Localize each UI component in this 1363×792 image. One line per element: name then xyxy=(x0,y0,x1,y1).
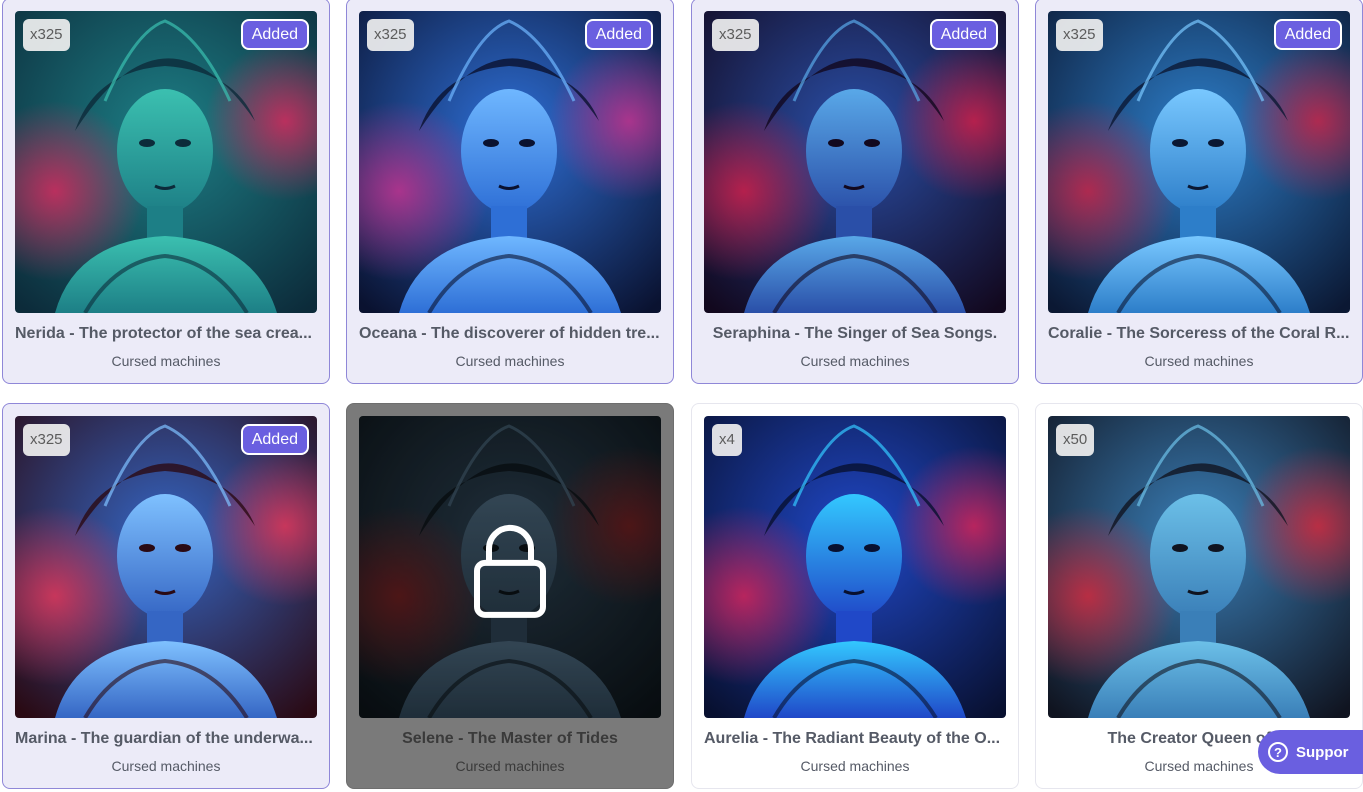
character-portrait xyxy=(1048,11,1350,313)
count-badge: x325 xyxy=(712,19,759,51)
card-image[interactable]: x325 Added xyxy=(15,416,317,718)
added-badge: Added xyxy=(240,424,309,455)
added-badge: Added xyxy=(584,19,653,50)
card-image[interactable]: x4 xyxy=(704,416,1006,718)
nft-card-grid: x325 Added Nerida - The protector of the s… xyxy=(0,0,1363,792)
card-image[interactable]: x325 Added xyxy=(15,11,317,313)
nft-card[interactable]: x325 Added Seraphina - The Singer of Sea S… xyxy=(691,0,1019,384)
card-title: Coralie - The Sorceress of the Coral R..… xyxy=(1048,325,1350,342)
count-badge: x50 xyxy=(1056,424,1095,456)
added-badge: Added xyxy=(240,19,309,50)
character-portrait xyxy=(704,416,1006,718)
nft-card[interactable]: Selene - The Master of Tides Cursed machi… xyxy=(346,403,674,789)
lock-icon xyxy=(473,523,547,619)
support-label: Suppor xyxy=(1296,743,1349,761)
nft-card[interactable]: x325 Added Oceana - The discoverer of hidd… xyxy=(346,0,674,384)
card-image[interactable] xyxy=(359,416,661,718)
question-circle-icon: ? xyxy=(1268,742,1288,762)
character-portrait xyxy=(359,11,661,313)
support-button[interactable]: ? Suppor xyxy=(1258,730,1363,774)
card-title: Oceana - The discoverer of hidden tre... xyxy=(359,325,660,342)
card-title: Seraphina - The Singer of Sea Songs. xyxy=(712,325,998,342)
collection-name: Cursed machines xyxy=(800,758,910,774)
card-image[interactable]: x50 xyxy=(1048,416,1350,718)
count-badge: x325 xyxy=(23,424,70,456)
card-title: Marina - The guardian of the underwa... xyxy=(15,730,313,747)
card-title: Nerida - The protector of the sea crea..… xyxy=(15,325,312,342)
card-image[interactable]: x325 Added xyxy=(359,11,661,313)
character-portrait xyxy=(15,416,317,718)
collection-name: Cursed machines xyxy=(800,353,910,369)
card-title: Selene - The Master of Tides xyxy=(402,730,618,747)
count-badge: x325 xyxy=(367,19,414,51)
added-badge: Added xyxy=(1273,19,1342,50)
added-badge: Added xyxy=(929,19,998,50)
collection-name: Cursed machines xyxy=(455,353,565,369)
card-title: Aurelia - The Radiant Beauty of the O... xyxy=(704,730,1001,747)
card-image[interactable]: x325 Added xyxy=(704,11,1006,313)
collection-name: Cursed machines xyxy=(111,758,221,774)
nft-card[interactable]: x325 Added Coralie - The Sorceress of the … xyxy=(1035,0,1363,384)
character-portrait xyxy=(15,11,317,313)
character-portrait xyxy=(1048,416,1350,718)
collection-name: Cursed machines xyxy=(1144,353,1254,369)
collection-name: Cursed machines xyxy=(455,758,565,774)
count-badge: x325 xyxy=(23,19,70,51)
character-portrait xyxy=(704,11,1006,313)
nft-card[interactable]: x325 Added Nerida - The protector of the s… xyxy=(2,0,330,384)
collection-name: Cursed machines xyxy=(111,353,221,369)
count-badge: x4 xyxy=(712,424,742,456)
nft-card[interactable]: x325 Added Marina - The guardian of the un… xyxy=(2,403,330,789)
count-badge: x325 xyxy=(1056,19,1103,51)
nft-card[interactable]: x4 Aurelia - The Radiant Beauty of the O.… xyxy=(691,403,1019,789)
card-image[interactable]: x325 Added xyxy=(1048,11,1350,313)
